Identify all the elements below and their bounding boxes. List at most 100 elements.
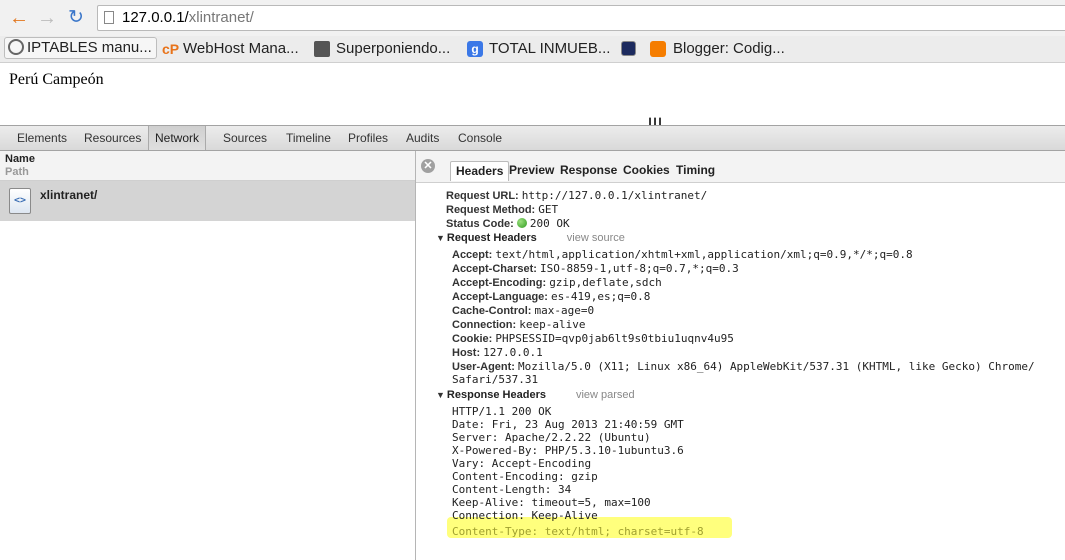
response-header-row: Content-Encoding: gzip <box>452 470 598 483</box>
request-headers-title: Request Headers <box>446 232 537 244</box>
header-value: Mozilla/5.0 (X11; Linux x86_64) AppleWeb… <box>518 360 1035 373</box>
page-icon <box>104 11 114 24</box>
header-key: Accept-Language: <box>452 291 548 303</box>
header-key: Connection: <box>452 319 517 331</box>
request-header-row: Host: 127.0.0.1 <box>452 346 543 360</box>
app-icon <box>621 41 636 56</box>
request-header-row: Accept: text/html,application/xhtml+xml,… <box>452 248 913 262</box>
status-code-line: Status Code: 200 OK <box>446 217 570 231</box>
tab-elements[interactable]: Elements <box>11 126 73 150</box>
header-value: keep-alive <box>519 318 586 331</box>
disclosure-triangle-icon[interactable]: ▼ <box>436 390 445 400</box>
avatar-icon <box>314 41 330 57</box>
globe-icon <box>8 39 24 55</box>
tab-console[interactable]: Console <box>452 126 508 150</box>
bookmark-total-inmueb[interactable]: g TOTAL INMUEB... <box>467 39 610 59</box>
tab-cookies[interactable]: Cookies <box>618 161 675 181</box>
tab-timeline[interactable]: Timeline <box>280 126 337 150</box>
request-method-value: GET <box>538 203 559 216</box>
header-key: Accept-Charset: <box>452 263 537 275</box>
response-headers-title: Response Headers <box>446 389 546 401</box>
response-header-row: Server: Apache/2.2.22 (Ubuntu) <box>452 431 651 444</box>
tab-network[interactable]: Network <box>148 126 207 150</box>
google-icon: g <box>467 41 483 57</box>
response-header-row: X-Powered-By: PHP/5.3.10-1ubuntu3.6 <box>452 444 684 457</box>
html-document-icon: <> <box>9 188 31 214</box>
column-name-label: Name <box>5 153 35 165</box>
header-key: User-Agent: <box>452 361 515 373</box>
address-bar[interactable]: 127.0.0.1/xlintranet/ <box>97 5 1065 31</box>
request-header-row: Accept-Language: es-419,es;q=0.8 <box>452 290 650 304</box>
bookmark-webhost[interactable]: cP WebHost Mana... <box>162 39 299 59</box>
disclosure-triangle-icon[interactable]: ▼ <box>436 233 445 243</box>
request-header-row: Accept-Encoding: gzip,deflate,sdch <box>452 276 662 290</box>
response-header-row: Keep-Alive: timeout=5, max=100 <box>452 496 651 509</box>
status-code-value: 200 OK <box>529 217 570 230</box>
response-header-row: Connection: Keep-Alive <box>452 509 598 522</box>
bookmark-app[interactable] <box>621 39 637 59</box>
request-header-row: Accept-Charset: ISO-8859-1,utf-8;q=0.7,*… <box>452 262 739 276</box>
request-headers-section[interactable]: ▼ Request Headers view source <box>436 232 625 245</box>
bookmark-label: TOTAL INMUEB... <box>489 40 611 57</box>
request-url-label: Request URL: <box>446 190 519 202</box>
header-value: text/html,application/xhtml+xml,applicat… <box>495 248 913 261</box>
header-key: Cookie: <box>452 333 493 345</box>
reload-icon[interactable]: ↻ <box>65 8 87 28</box>
request-header-row: Cache-Control: max-age=0 <box>452 304 594 318</box>
status-code-label: Status Code: <box>446 218 514 230</box>
devtools-tab-bar: Elements Resources Network Sources Timel… <box>0 126 1065 151</box>
response-headers-section[interactable]: ▼ Response Headers view parsed <box>436 389 635 402</box>
view-parsed-link[interactable]: view parsed <box>576 389 635 401</box>
header-key: Host: <box>452 347 481 359</box>
response-header-row: HTTP/1.1 200 OK <box>452 405 552 418</box>
tab-profiles[interactable]: Profiles <box>342 126 394 150</box>
tab-headers[interactable]: Headers <box>450 161 510 181</box>
close-icon[interactable]: ✕ <box>421 159 435 173</box>
header-value: ISO-8859-1,utf-8;q=0.7,*;q=0.3 <box>540 262 739 275</box>
request-url-value: http://127.0.0.1/xlintranet/ <box>521 189 708 202</box>
header-value: es-419,es;q=0.8 <box>551 290 651 303</box>
request-header-row: User-Agent: Mozilla/5.0 (X11; Linux x86_… <box>452 360 1035 374</box>
request-method-line: Request Method: GET <box>446 203 558 217</box>
page-content-text: Perú Campeón <box>9 71 104 88</box>
bookmark-label: WebHost Mana... <box>183 40 299 57</box>
status-ok-icon <box>516 218 527 228</box>
back-arrow-icon[interactable]: ← <box>8 8 30 28</box>
bookmark-iptables[interactable]: IPTABLES manu... <box>4 37 157 59</box>
bookmark-label: Blogger: Codig... <box>673 40 785 57</box>
browser-toolbar: ← → ↻ 127.0.0.1/xlintranet/ <box>0 0 1065 36</box>
user-agent-continuation: Safari/537.31 <box>452 373 539 386</box>
response-header-row: Content-Type: text/html; charset=utf-8 <box>452 525 704 538</box>
detail-tab-bar: ✕ Headers Preview Response Cookies Timin… <box>416 151 1065 183</box>
response-header-row: Vary: Accept-Encoding <box>452 457 592 470</box>
bookmark-superponiendo[interactable]: Superponiendo... <box>314 39 450 59</box>
header-value: 127.0.0.1 <box>483 346 543 359</box>
forward-arrow-icon[interactable]: → <box>36 8 58 28</box>
header-value: max-age=0 <box>534 304 595 317</box>
header-value: PHPSESSID=qvp0jab6lt9s0tbiu1uqnv4u95 <box>495 332 734 345</box>
request-url-line: Request URL: http://127.0.0.1/xlintranet… <box>446 189 707 203</box>
table-row[interactable]: <> xlintranet/ <box>0 181 415 221</box>
bookmark-blogger[interactable]: Blogger: Codig... <box>650 39 785 59</box>
header-key: Accept-Encoding: <box>452 277 547 289</box>
header-value: gzip,deflate,sdch <box>549 276 662 289</box>
blogger-icon <box>650 41 666 57</box>
header-key: Cache-Control: <box>452 305 532 317</box>
tab-timing[interactable]: Timing <box>671 161 720 181</box>
network-request-list: Name Path <> xlintranet/ <box>0 151 416 560</box>
request-method-label: Request Method: <box>446 204 536 216</box>
request-header-row: Connection: keep-alive <box>452 318 585 332</box>
tab-response[interactable]: Response <box>555 161 622 181</box>
view-source-link[interactable]: view source <box>567 232 625 244</box>
address-bar-url[interactable]: 127.0.0.1/xlintranet/ <box>122 9 254 26</box>
cpanel-icon: cP <box>162 41 180 57</box>
tab-audits[interactable]: Audits <box>400 126 445 150</box>
tab-sources[interactable]: Sources <box>217 126 273 150</box>
column-header-name[interactable]: Name Path <box>0 151 415 181</box>
bookmarks-bar: IPTABLES manu... cP WebHost Mana... Supe… <box>0 36 1065 63</box>
header-key: Accept: <box>452 249 493 261</box>
bookmark-label: Superponiendo... <box>336 40 451 57</box>
tab-resources[interactable]: Resources <box>78 126 147 150</box>
response-header-row: Content-Length: 34 <box>452 483 572 496</box>
tab-preview[interactable]: Preview <box>504 161 559 181</box>
